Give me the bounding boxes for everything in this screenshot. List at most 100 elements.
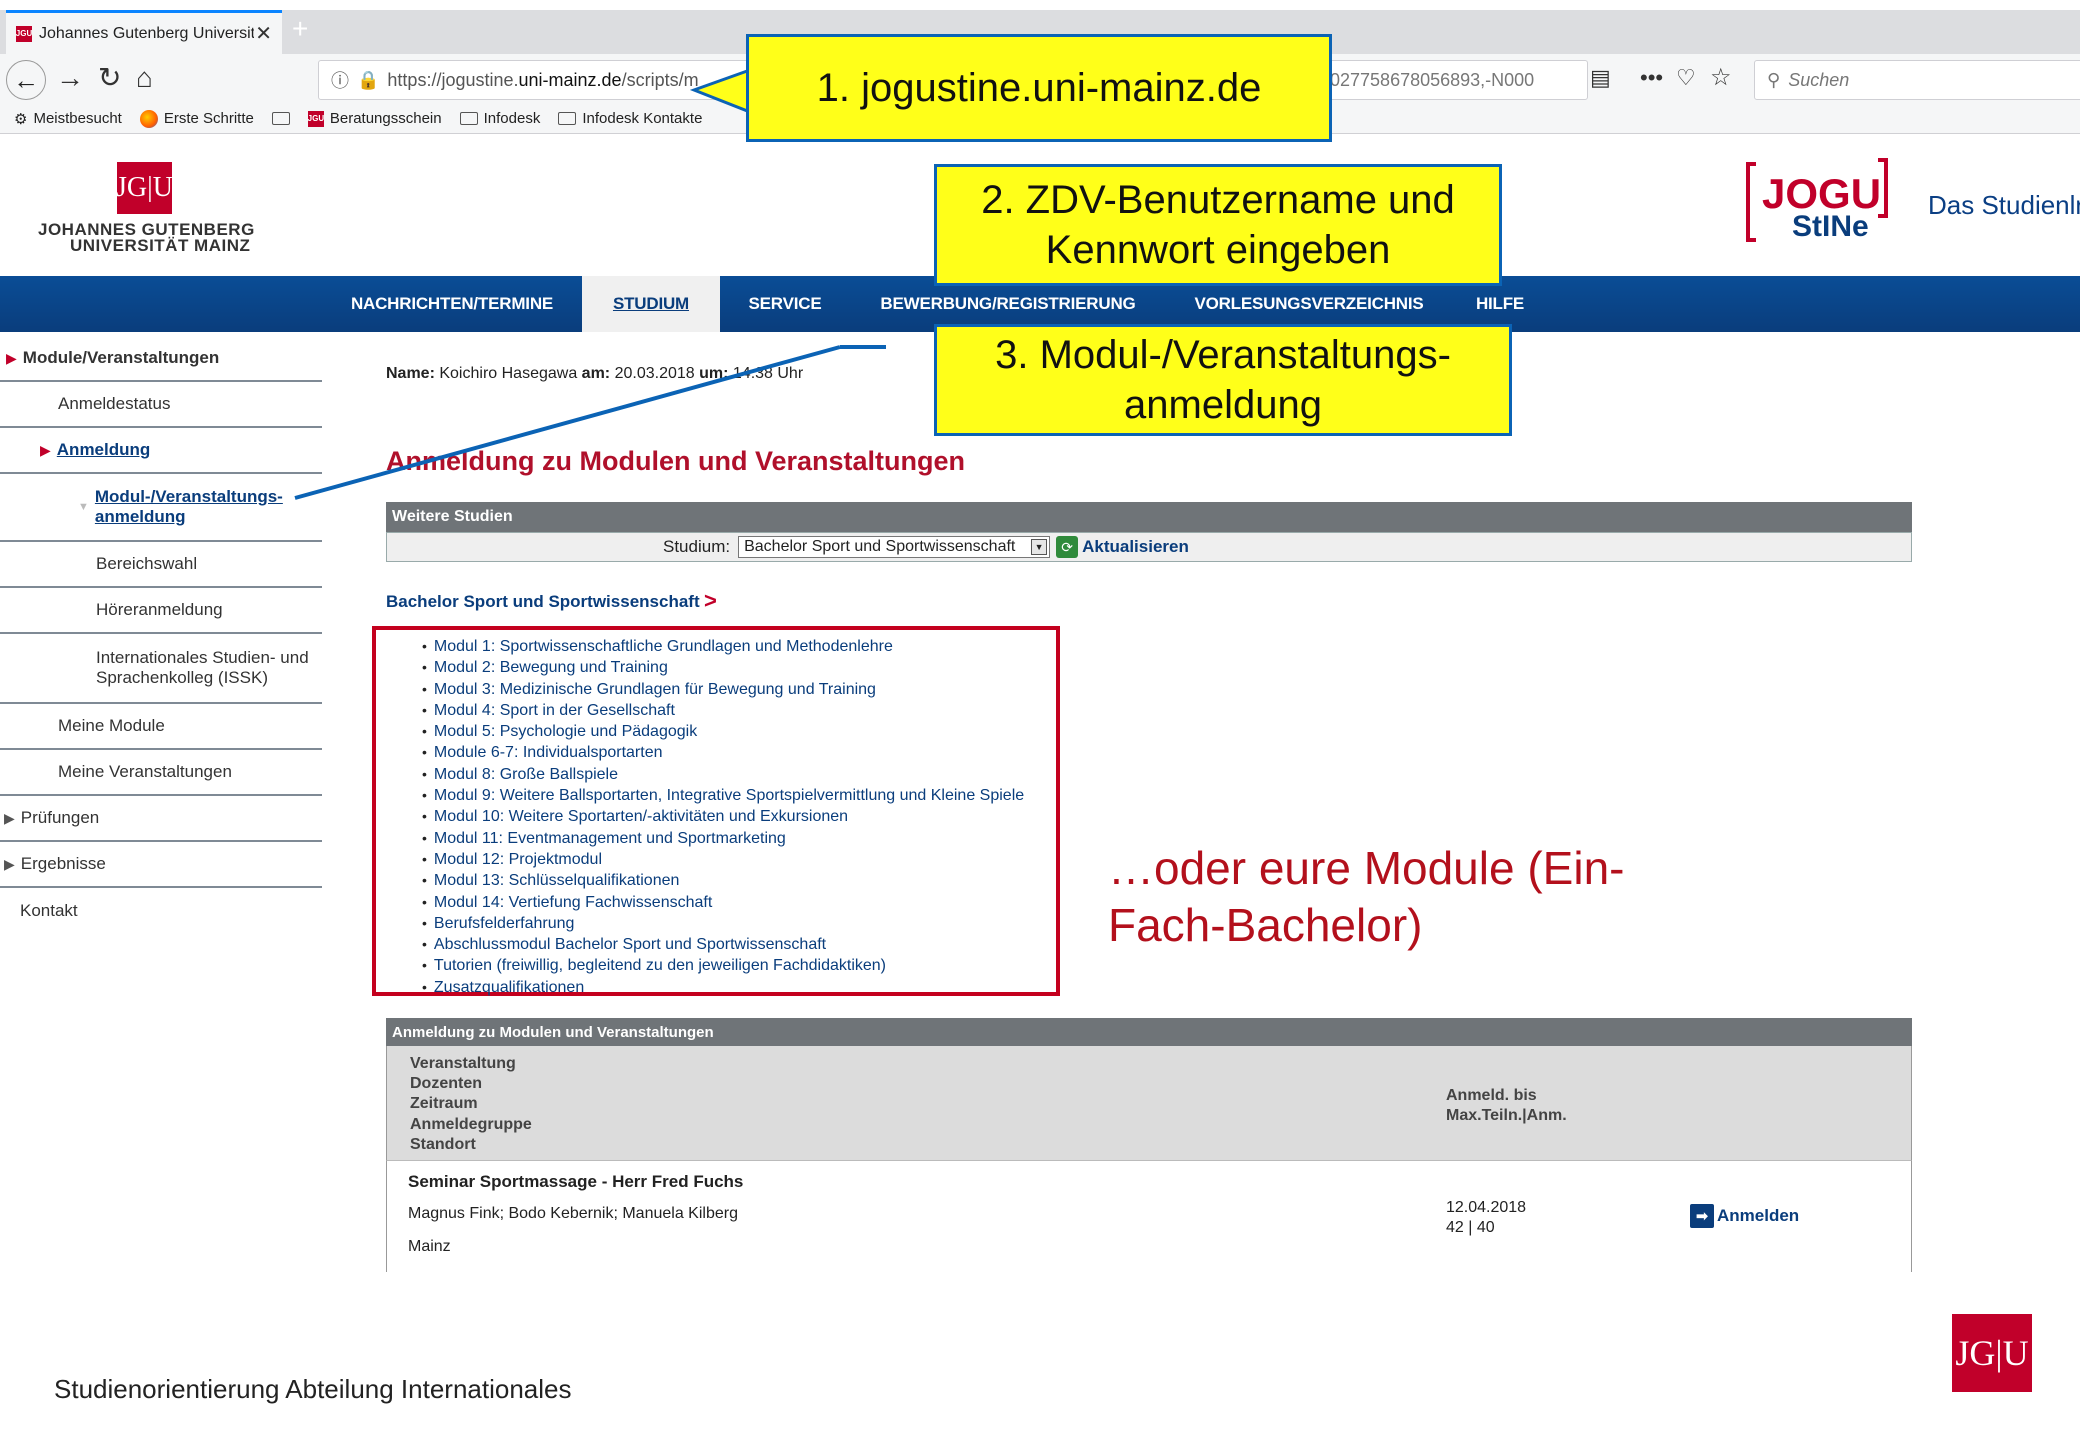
module-link[interactable]: Berufsfelderfahrung — [422, 913, 1024, 934]
arrow-right-icon: ➡ — [1690, 1204, 1714, 1228]
close-icon[interactable]: ✕ — [255, 21, 272, 46]
bookmark-meistbesucht[interactable]: ⚙ Meistbesucht — [14, 110, 122, 128]
triangle-right-icon: ▶ — [40, 441, 51, 458]
module-link[interactable]: Zusatzqualifikationen — [422, 977, 1024, 998]
module-link[interactable]: Modul 2: Bewegung und Training — [422, 657, 1024, 678]
sidebar-item-kontakt[interactable]: Kontakt — [0, 888, 322, 934]
more-actions-icon[interactable]: ••• — [1640, 58, 1663, 98]
weitere-studien-header: Weitere Studien — [386, 502, 1912, 532]
nav-service[interactable]: SERVICE — [738, 276, 832, 332]
jogustine-logo[interactable]: JOGU StINe — [1742, 150, 1892, 260]
column-header-left: Veranstaltung Dozenten Zeitraum Anmeldeg… — [410, 1055, 532, 1153]
sidebar-item-meine-module[interactable]: Meine Module — [0, 704, 322, 750]
url-host: uni-mainz.de — [518, 69, 622, 90]
jgu-logo[interactable]: JG|U — [116, 162, 173, 214]
bookmark-infodesk-kontakte[interactable]: Infodesk Kontakte — [558, 110, 702, 127]
jgu-favicon-icon: JGU — [308, 110, 324, 127]
callout-step-1: 1. jogustine.uni-mainz.de — [746, 34, 1332, 142]
home-icon[interactable]: ⌂ — [136, 58, 153, 98]
course-title: Seminar Sportmassage - Herr Fred Fuchs — [408, 1172, 744, 1191]
module-link[interactable]: Module 6-7: Individualsportarten — [422, 742, 1024, 763]
course-deadline: 12.04.2018 42 | 40 — [1446, 1199, 1527, 1236]
new-tab-icon[interactable]: + — [292, 14, 308, 44]
header-tagline: Das Studienlr — [1928, 190, 2080, 220]
arrow-right-icon[interactable]: > — [704, 588, 717, 614]
callout1-pointer — [690, 67, 752, 115]
bookmark-beratungsschein[interactable]: JGU Beratungsschein — [308, 110, 442, 127]
module-link[interactable]: Modul 14: Vertiefung Fachwissenschaft — [422, 892, 1024, 913]
bookmark-folder[interactable] — [271, 112, 290, 125]
bookmark-erste-schritte[interactable]: Erste Schritte — [139, 109, 254, 128]
url-prefix: https://jogustine. — [387, 69, 519, 90]
back-icon[interactable]: ← — [6, 60, 46, 100]
reader-view-icon[interactable]: ▤ — [1590, 58, 1611, 98]
jgu-favicon-icon: JGU — [16, 25, 32, 42]
pocket-icon[interactable]: ♡ — [1676, 58, 1696, 98]
nav-studium[interactable]: STUDIUM — [582, 276, 720, 332]
lock-icon[interactable]: 🔒 — [357, 70, 379, 91]
module-link[interactable]: Modul 10: Weitere Sportarten/-aktivitäte… — [422, 806, 1024, 827]
course-lecturers: Magnus Fink; Bodo Kebernik; Manuela Kilb… — [408, 1205, 738, 1222]
refresh-button[interactable]: Aktualisieren — [1082, 537, 1189, 557]
triangle-right-icon: ▶ — [6, 349, 17, 366]
module-link[interactable]: Modul 9: Weitere Ballsportarten, Integra… — [422, 785, 1024, 806]
sidebar-item-meine-veranstaltungen[interactable]: Meine Veranstaltungen — [0, 750, 322, 796]
sidebar-item-hoereranmeldung[interactable]: Höreranmeldung — [0, 588, 322, 634]
chevron-down-icon[interactable]: ▼ — [1031, 539, 1048, 555]
module-link[interactable]: Modul 1: Sportwissenschaftliche Grundlag… — [422, 636, 1024, 657]
module-link[interactable]: Tutorien (freiwillig, begleitend zu den … — [422, 955, 1024, 976]
callout-step-3: 3. Modul-/Veranstaltungs- anmeldung — [934, 324, 1512, 436]
annotation-note: …oder eure Module (Ein-Fach-Bachelor) — [1108, 842, 1625, 951]
footer-text: Studienorientierung Abteilung Internatio… — [54, 1374, 572, 1404]
registration-column-headers — [386, 1046, 1912, 1160]
refresh-icon[interactable]: ⟳ — [1056, 536, 1079, 558]
sidebar-item-ergebnisse[interactable]: ▶ Ergebnisse — [0, 842, 322, 888]
search-input[interactable]: ⚲ Suchen — [1754, 60, 2080, 100]
sidebar-item-modul-veranstaltungsanmeldung[interactable]: ▼ Modul-/Veranstaltungs- anmeldung — [0, 474, 322, 542]
sidebar-item-anmeldestatus[interactable]: Anmeldestatus — [0, 382, 322, 428]
search-placeholder: Suchen — [1788, 69, 1850, 90]
callout-step-2: 2. ZDV-Benutzername und Kennwort eingebe… — [934, 164, 1502, 286]
triangle-right-icon: ▶ — [4, 855, 15, 872]
triangle-right-icon: ▶ — [4, 809, 15, 826]
module-link[interactable]: Modul 12: Projektmodul — [422, 849, 1024, 870]
anmelden-button[interactable]: ➡ Anmelden — [1690, 1204, 1799, 1228]
sidebar-item-anmeldung[interactable]: ▶ Anmeldung — [0, 428, 322, 474]
footer-jgu-logo: JG|U — [1952, 1314, 2032, 1392]
folder-icon — [459, 112, 478, 125]
url-path: /scripts/m — [621, 69, 699, 90]
bookmark-star-icon[interactable]: ☆ — [1710, 58, 1732, 98]
module-link[interactable]: Modul 13: Schlüsselqualifikationen — [422, 870, 1024, 891]
forward-icon[interactable]: → — [56, 58, 84, 98]
sidebar-item-pruefungen[interactable]: ▶ Prüfungen — [0, 796, 322, 842]
studium-label: Studium: — [663, 537, 731, 556]
folder-icon — [558, 112, 577, 125]
info-icon[interactable]: ⓘ — [331, 67, 349, 93]
module-link[interactable]: Modul 4: Sport in der Gesellschaft — [422, 700, 1024, 721]
studium-select[interactable]: Bachelor Sport und Sportwissenschaft ▼ — [738, 536, 1051, 558]
weitere-studien-row: Studium: Bachelor Sport und Sportwissens… — [386, 532, 1912, 562]
sidebar-item-bereichswahl[interactable]: Bereichswahl — [0, 542, 322, 588]
sidebar-item-issk[interactable]: Internationales Studien- und Sprachenkol… — [0, 634, 322, 704]
bookmark-infodesk[interactable]: Infodesk — [459, 110, 540, 127]
module-link[interactable]: Abschlussmodul Bachelor Sport und Sportw… — [422, 934, 1024, 955]
module-link[interactable]: Modul 8: Große Ballspiele — [422, 764, 1024, 785]
column-header-right: Anmeld. bis Max.Teiln.|Anm. — [1446, 1087, 1567, 1125]
browser-tab[interactable]: JGU Johannes Gutenberg Universitä ✕ — [6, 10, 282, 54]
module-link[interactable]: Modul 3: Medizinische Grundlagen für Bew… — [422, 679, 1024, 700]
nav-nachrichten-termine[interactable]: NACHRICHTEN/TERMINE — [340, 276, 564, 332]
sidebar-item-module-veranstaltungen[interactable]: ▶ Module/Veranstaltungen — [0, 336, 322, 382]
tab-title: Johannes Gutenberg Universitä — [39, 24, 254, 42]
firefox-icon — [139, 109, 158, 128]
course-location: Mainz — [408, 1238, 451, 1255]
folder-icon — [271, 112, 290, 125]
module-link[interactable]: Modul 5: Psychologie und Pädagogik — [422, 721, 1024, 742]
module-list: Modul 1: Sportwissenschaftliche Grundlag… — [422, 636, 1024, 998]
url-tail: 027758678056893,-N000 — [1330, 70, 1535, 90]
module-link[interactable]: Modul 11: Eventmanagement und Sportmarke… — [422, 828, 1024, 849]
program-title-link[interactable]: Bachelor Sport und Sportwissenschaft — [386, 592, 700, 612]
reload-icon[interactable]: ↻ — [98, 58, 121, 98]
gear-icon: ⚙ — [14, 110, 28, 128]
university-name-line2: UNIVERSITÄT MAINZ — [70, 236, 251, 255]
page-title: Anmeldung zu Modulen und Veranstaltungen — [386, 446, 965, 476]
